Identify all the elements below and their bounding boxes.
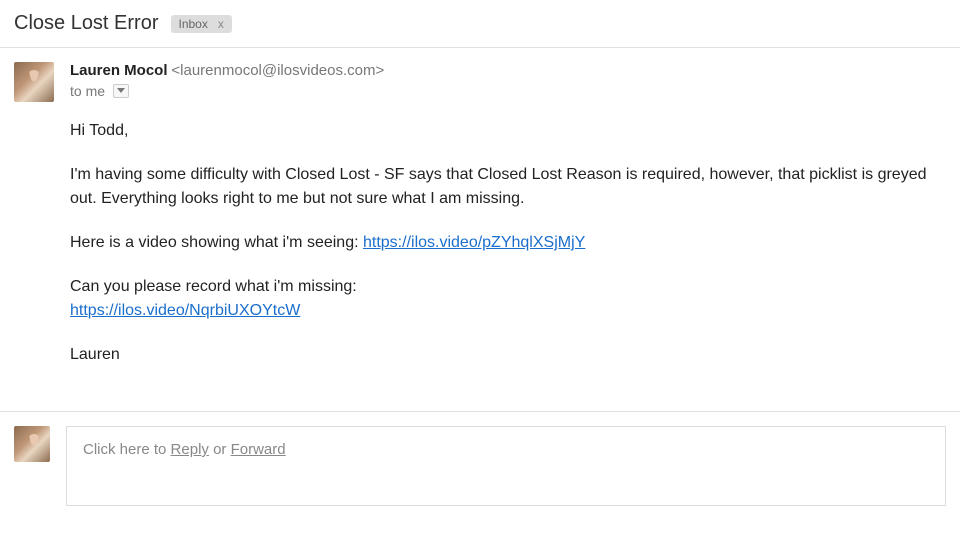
message-container: Lauren Mocol <laurenmocol@ilosvideos.com… [0, 48, 960, 411]
reply-section: Click here to Reply or Forward [0, 411, 960, 520]
body-greeting: Hi Todd, [70, 119, 946, 143]
sender-email: <laurenmocol@ilosvideos.com> [171, 62, 384, 79]
forward-link[interactable]: Forward [231, 441, 286, 458]
reply-box[interactable]: Click here to Reply or Forward [66, 426, 946, 506]
body-text: Can you please record what i'm missing: [70, 278, 357, 295]
show-details-button[interactable] [113, 84, 129, 98]
reply-hint-prefix: Click here to [83, 441, 171, 458]
body-signoff: Lauren [70, 343, 946, 367]
to-line: to me [70, 83, 946, 99]
label-text: Inbox [179, 17, 208, 31]
subject-text: Close Lost Error [14, 12, 159, 35]
body-paragraph-1: I'm having some difficulty with Closed L… [70, 163, 946, 211]
video-link-2[interactable]: https://ilos.video/NqrbiUXOYtcW [70, 302, 300, 319]
video-link-1[interactable]: https://ilos.video/pZYhqlXSjMjY [363, 234, 585, 251]
sender-avatar[interactable] [14, 62, 54, 102]
message-body: Hi Todd, I'm having some difficulty with… [70, 119, 946, 367]
body-paragraph-2: Here is a video showing what i'm seeing:… [70, 231, 946, 255]
message-header: Close Lost Error Inbox x [0, 0, 960, 48]
to-text: to me [70, 83, 105, 99]
from-line: Lauren Mocol <laurenmocol@ilosvideos.com… [70, 62, 946, 79]
body-paragraph-3: Can you please record what i'm missing: … [70, 275, 946, 323]
inbox-label-chip[interactable]: Inbox x [171, 15, 232, 33]
sender-name[interactable]: Lauren Mocol [70, 62, 168, 79]
reply-hint-or: or [209, 441, 231, 458]
body-text: Here is a video showing what i'm seeing: [70, 234, 363, 251]
chevron-down-icon [117, 88, 125, 94]
reply-link[interactable]: Reply [171, 441, 209, 458]
self-avatar[interactable] [14, 426, 50, 462]
remove-label-icon[interactable]: x [214, 17, 228, 31]
